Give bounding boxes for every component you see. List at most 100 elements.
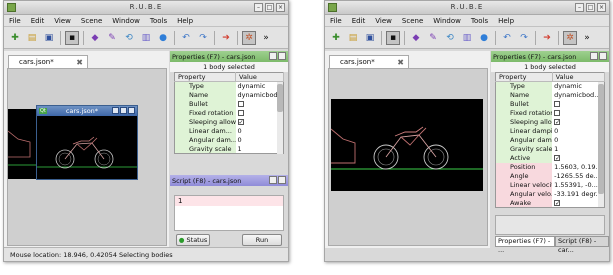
arrow-icon[interactable]: ➔ xyxy=(540,31,554,45)
circle-icon[interactable]: ● xyxy=(477,31,491,45)
image-icon[interactable]: ▥ xyxy=(460,31,474,45)
arrow-icon[interactable]: ➔ xyxy=(219,31,233,45)
joint-icon[interactable]: ⟲ xyxy=(443,31,457,45)
properties-scrollbar[interactable] xyxy=(277,82,283,154)
redo-icon[interactable]: ↷ xyxy=(517,31,531,45)
table-row[interactable]: Name dynamicbod... xyxy=(495,90,605,100)
table-row[interactable]: Gravity scale 1 xyxy=(174,144,284,154)
table-row[interactable]: Angular velo...-33.191 degr... xyxy=(495,189,605,199)
scene-viewport[interactable] xyxy=(37,116,137,179)
fixed-rotation-checkbox[interactable] xyxy=(237,110,244,116)
dock-close-icon[interactable] xyxy=(599,52,607,60)
table-row[interactable]: Sleeping allowed✓ xyxy=(174,117,284,127)
table-row[interactable]: Linear dam... 0 xyxy=(174,126,284,136)
minimize-icon[interactable]: – xyxy=(575,3,584,12)
open-icon[interactable]: ▤ xyxy=(25,31,39,45)
script-float-icon[interactable] xyxy=(269,176,277,184)
tab-cars-json[interactable]: cars.json* ✖ xyxy=(329,55,409,68)
menu-file[interactable]: File xyxy=(330,17,342,25)
active-checkbox[interactable]: ✓ xyxy=(554,155,560,162)
body-icon[interactable]: ◆ xyxy=(88,31,102,45)
joint-icon[interactable]: ⟲ xyxy=(122,31,136,45)
script-editor[interactable]: 1 xyxy=(174,195,284,231)
menu-edit[interactable]: Edit xyxy=(352,17,366,25)
table-row[interactable]: Angular dam...0 xyxy=(495,135,605,145)
menu-help[interactable]: Help xyxy=(177,17,193,25)
save-icon[interactable]: ▣ xyxy=(42,31,56,45)
undo-icon[interactable]: ↶ xyxy=(500,31,514,45)
select-mode-icon[interactable]: ▪ xyxy=(65,30,79,45)
dock-close-icon[interactable] xyxy=(278,52,286,60)
fixture-icon[interactable]: ✎ xyxy=(105,31,119,45)
redo-icon[interactable]: ↷ xyxy=(196,31,210,45)
sub-maximize-icon[interactable] xyxy=(120,107,127,114)
properties-header[interactable]: Properties (F7) - cars.json xyxy=(170,51,288,62)
properties-header[interactable]: Properties (F7) - cars.json xyxy=(491,51,609,62)
image-icon[interactable]: ▥ xyxy=(139,31,153,45)
tab-cars-json[interactable]: cars.json* ✖ xyxy=(8,55,88,68)
close-icon[interactable]: × xyxy=(597,3,606,12)
script-close-icon[interactable] xyxy=(278,176,286,184)
more-icon[interactable]: » xyxy=(259,31,273,45)
script-header[interactable]: Script (F8) - cars.json xyxy=(170,175,288,186)
circle-icon[interactable]: ● xyxy=(156,31,170,45)
sub-minimize-icon[interactable] xyxy=(112,107,119,114)
menu-tools[interactable]: Tools xyxy=(471,17,488,25)
table-row[interactable]: Awake ✓ xyxy=(495,198,605,208)
fixture-icon[interactable]: ✎ xyxy=(426,31,440,45)
minimize-icon[interactable]: – xyxy=(254,3,263,12)
table-row[interactable]: Fixed rotation xyxy=(495,108,605,118)
maximize-icon[interactable]: □ xyxy=(586,3,595,12)
table-row[interactable]: Fixed rotation xyxy=(174,108,284,118)
bullet-checkbox[interactable] xyxy=(554,101,561,107)
settings-icon[interactable]: ✲ xyxy=(563,30,577,45)
table-row[interactable]: Position 1.5603, 0.19... xyxy=(495,162,605,172)
menu-view[interactable]: View xyxy=(375,17,392,25)
maximize-icon[interactable]: □ xyxy=(265,3,274,12)
menu-window[interactable]: Window xyxy=(433,17,461,25)
sleeping-checkbox[interactable]: ✓ xyxy=(554,119,560,126)
sleeping-checkbox[interactable]: ✓ xyxy=(237,119,244,126)
dock-float-icon[interactable] xyxy=(269,52,277,60)
bullet-checkbox[interactable] xyxy=(237,101,244,107)
dock-float-icon[interactable] xyxy=(590,52,598,60)
table-row[interactable]: Type dynamic xyxy=(495,81,605,91)
awake-checkbox[interactable]: ✓ xyxy=(554,199,560,206)
table-row[interactable]: Bullet xyxy=(495,99,605,109)
subwindow-title-bar[interactable]: Qt cars.json* xyxy=(37,106,137,116)
undo-icon[interactable]: ↶ xyxy=(179,31,193,45)
table-row[interactable]: Linear velocity1.55391, -0.... xyxy=(495,180,605,190)
menu-file[interactable]: File xyxy=(9,17,21,25)
menu-view[interactable]: View xyxy=(54,17,71,25)
table-row[interactable]: Angle -1265.55 de... xyxy=(495,171,605,181)
fixed-rotation-checkbox[interactable] xyxy=(554,110,561,116)
menu-scene[interactable]: Scene xyxy=(402,17,423,25)
save-icon[interactable]: ▣ xyxy=(363,31,377,45)
menu-window[interactable]: Window xyxy=(112,17,140,25)
body-icon[interactable]: ◆ xyxy=(409,31,423,45)
open-icon[interactable]: ▤ xyxy=(346,31,360,45)
scene-subwindow[interactable]: Qt cars.json* xyxy=(36,105,138,180)
properties-scrollbar[interactable] xyxy=(598,82,604,207)
new-icon[interactable]: ✚ xyxy=(8,31,22,45)
run-button[interactable]: Run xyxy=(242,234,282,246)
table-row[interactable]: Gravity scale 1 xyxy=(495,144,605,154)
settings-icon[interactable]: ✲ xyxy=(242,30,256,45)
table-row[interactable]: Active ✓ xyxy=(495,153,605,163)
menu-help[interactable]: Help xyxy=(498,17,514,25)
table-row[interactable]: Bullet xyxy=(174,99,284,109)
table-row[interactable]: Sleeping allo...✓ xyxy=(495,117,605,127)
table-row[interactable]: Name dynamicbod... xyxy=(174,90,284,100)
close-icon[interactable]: × xyxy=(276,3,285,12)
table-row[interactable]: Linear dampi...0 xyxy=(495,126,605,136)
table-row[interactable]: Type dynamic xyxy=(174,81,284,91)
menu-edit[interactable]: Edit xyxy=(31,17,45,25)
dock-tab-properties[interactable]: Properties (F7) - ... xyxy=(495,236,555,254)
menu-tools[interactable]: Tools xyxy=(150,17,167,25)
dock-tab-script[interactable]: Script (F8) - car... xyxy=(555,236,609,254)
table-row[interactable]: Angular dam...0 xyxy=(174,135,284,145)
menu-scene[interactable]: Scene xyxy=(81,17,102,25)
close-tab-icon[interactable]: ✖ xyxy=(397,58,404,67)
scene-viewport[interactable] xyxy=(331,99,483,191)
sub-close-icon[interactable] xyxy=(128,107,135,114)
